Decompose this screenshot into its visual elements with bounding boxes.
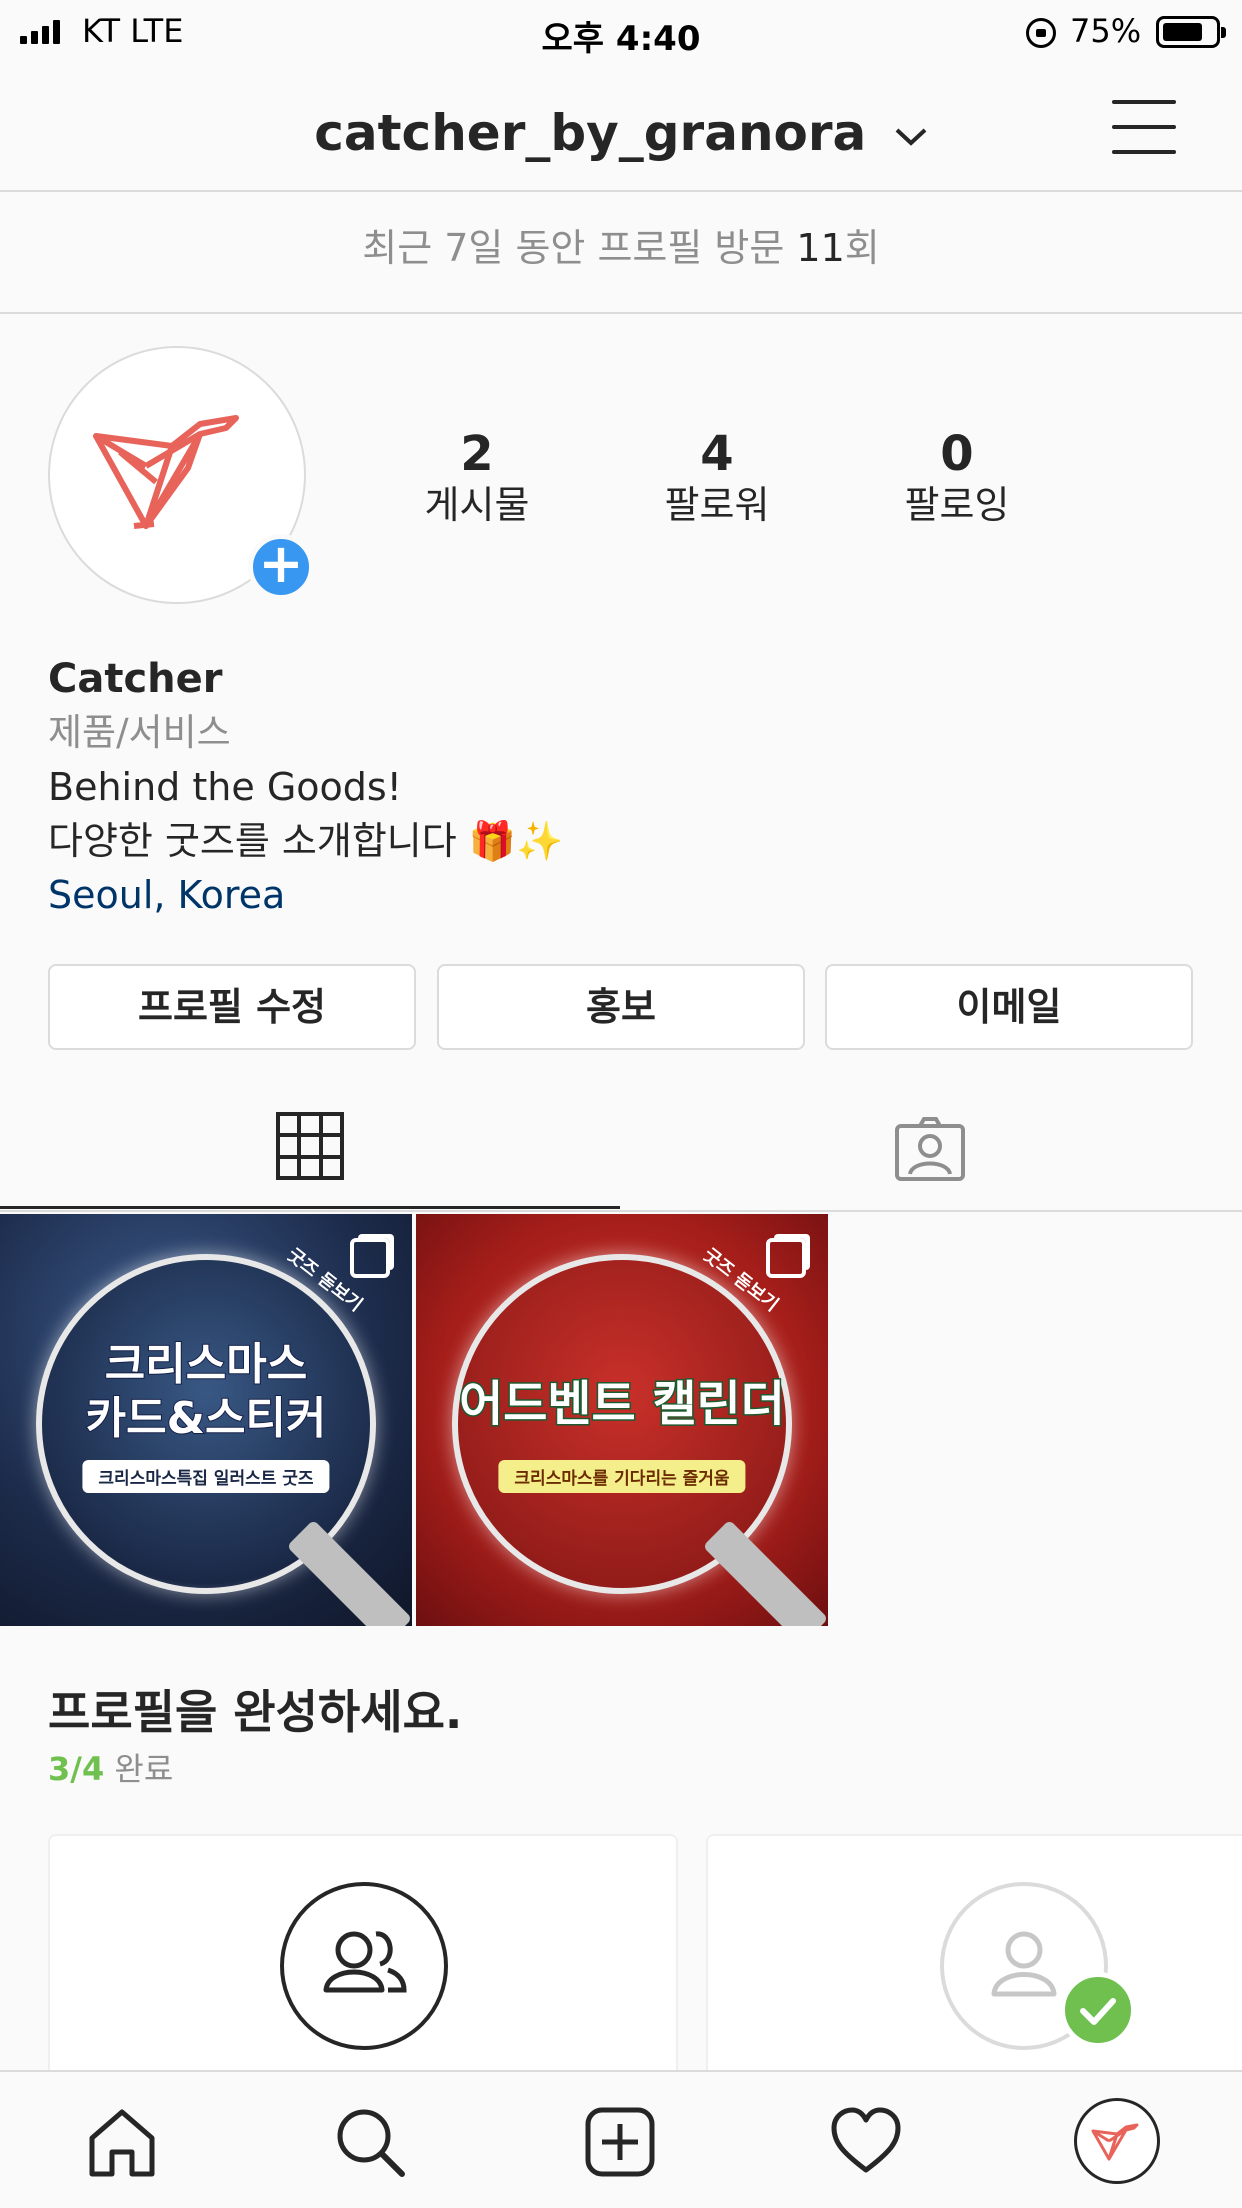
progress-suffix: 완료 — [104, 1750, 174, 1788]
home-icon[interactable] — [84, 2104, 160, 2180]
post-title-line-1: 크리스마스 — [104, 1338, 308, 1391]
followers-count: 4 — [700, 426, 734, 482]
visits-count: 11 — [796, 226, 845, 270]
hamburger-menu-icon[interactable] — [1112, 100, 1176, 154]
followers-stat[interactable]: 4 팔로워 — [617, 426, 817, 528]
profile-name: Catcher — [48, 656, 223, 702]
magnifier-handle — [702, 1519, 828, 1626]
battery-icon — [1156, 16, 1226, 48]
posts-label: 게시물 — [424, 483, 530, 527]
username-label: catcher_by_granora — [314, 104, 867, 162]
promote-button[interactable]: 홍보 — [437, 964, 805, 1050]
chevron-down-icon — [895, 128, 927, 146]
posts-count: 2 — [460, 426, 494, 482]
rotation-lock-icon — [1026, 18, 1056, 48]
following-stat[interactable]: 0 팔로잉 — [857, 426, 1057, 528]
post-title: 어드벤트 캘린더 — [416, 1375, 828, 1434]
multiple-images-icon — [350, 1238, 390, 1278]
post-badge: 크리스마스특집 일러스트 굿즈 — [82, 1460, 330, 1493]
profile-visits-banner: 최근 7일 동안 프로필 방문 11회 — [0, 194, 1242, 314]
bottom-navigation — [0, 2070, 1242, 2208]
profile-avatar-icon[interactable] — [1074, 2098, 1160, 2184]
post-title-line-2: 카드&스티커 — [85, 1392, 328, 1445]
post-thumbnail[interactable]: 굿즈 돋보기 어드벤트 캘린더 크리스마스를 기다리는 즐거움 — [416, 1214, 828, 1626]
battery-percent: 75% — [1070, 12, 1142, 50]
post-thumbnail[interactable]: 굿즈 돋보기 크리스마스 카드&스티커 크리스마스특집 일러스트 굿즈 — [0, 1214, 412, 1626]
post-badge: 크리스마스를 기다리는 즐거움 — [498, 1460, 746, 1493]
magnifier-handle — [286, 1519, 412, 1626]
email-button[interactable]: 이메일 — [825, 964, 1193, 1050]
visits-suffix: 회 — [844, 226, 880, 270]
people-icon — [323, 1931, 407, 1993]
visits-text: 최근 7일 동안 프로필 방문 — [362, 226, 797, 270]
checkmark-icon — [1060, 1972, 1136, 2048]
edit-profile-button[interactable]: 프로필 수정 — [48, 964, 416, 1050]
multiple-images-icon — [766, 1238, 806, 1278]
people-icon-circle — [280, 1882, 448, 2050]
following-count: 0 — [940, 426, 974, 482]
grid-icon — [276, 1112, 344, 1180]
complete-profile-title: 프로필을 완성하세요. — [48, 1685, 463, 1739]
account-switcher[interactable]: catcher_by_granora — [0, 104, 1242, 162]
profile-category: 제품/서비스 — [48, 711, 231, 754]
post-title: 크리스마스 카드&스티커 — [0, 1338, 412, 1446]
posts-stat[interactable]: 2 게시물 — [377, 426, 577, 528]
post-title-line-1: 어드벤트 캘린더 — [458, 1375, 787, 1434]
profile-header: catcher_by_granora — [0, 64, 1242, 192]
heart-icon[interactable] — [828, 2104, 904, 2180]
active-tab-indicator — [0, 1206, 620, 1209]
complete-profile-progress: 3/4 완료 — [48, 1744, 173, 1790]
tab-tagged[interactable] — [622, 1090, 1242, 1206]
add-post-icon[interactable] — [582, 2104, 658, 2180]
following-label: 팔로잉 — [904, 483, 1010, 527]
search-icon[interactable] — [332, 2104, 408, 2180]
tab-grid[interactable] — [0, 1090, 620, 1206]
status-bar: KT LTE 오후 4:40 75% — [0, 0, 1242, 64]
profile-bio: Catcher 제품/서비스 Behind the Goods! 다양한 굿즈를… — [48, 652, 1198, 922]
origami-bird-logo-small — [1091, 2123, 1139, 2161]
bio-line-1: Behind the Goods! — [48, 765, 402, 809]
bio-line-2: 다양한 굿즈를 소개합니다 🎁✨ — [48, 819, 564, 863]
tab-divider — [0, 1210, 1242, 1212]
location-link[interactable]: Seoul, Korea — [48, 868, 1198, 922]
followers-label: 팔로워 — [664, 483, 770, 527]
progress-count: 3/4 — [48, 1750, 105, 1788]
tagged-icon — [895, 1117, 965, 1181]
add-story-button[interactable]: + — [248, 534, 314, 600]
